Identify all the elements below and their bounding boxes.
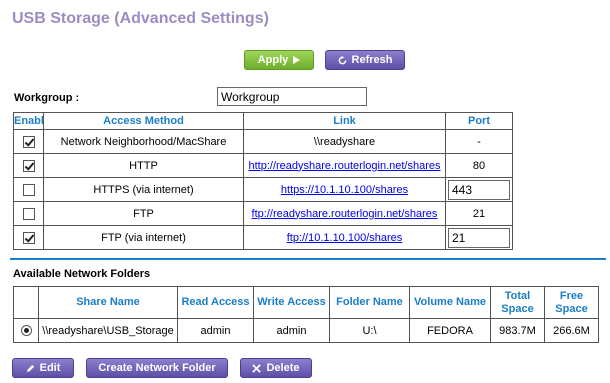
refresh-button[interactable]: Refresh — [325, 50, 405, 70]
link-text: \\readyshare — [243, 129, 446, 154]
folder-select-radio[interactable] — [20, 325, 32, 337]
share-name-cell: \\readyshare\USB_Storage — [38, 318, 178, 343]
access-row-network-neighborhood: Network Neighborhood/MacShare \\readysha… — [13, 129, 513, 154]
edit-pencil-icon — [26, 364, 34, 372]
create-network-folder-button[interactable]: Create Network Folder — [86, 358, 228, 378]
header-free-space: Free Space — [544, 286, 599, 319]
access-table-header: Enable Access Method Link Port — [13, 112, 513, 130]
access-method-label: HTTP — [43, 153, 244, 178]
header-link: Link — [243, 112, 446, 130]
write-access-cell: admin — [253, 318, 330, 343]
access-row-http: HTTP http://readyshare.routerlogin.net/s… — [13, 153, 513, 178]
port-value: 21 — [445, 201, 513, 226]
port-input-https[interactable] — [448, 179, 510, 200]
header-port: Port — [445, 112, 513, 130]
header-select — [13, 286, 39, 319]
enable-checkbox-https[interactable] — [22, 183, 35, 196]
play-arrow-icon — [293, 56, 301, 64]
total-space-cell: 983.7M — [490, 318, 545, 343]
table-row[interactable]: \\readyshare\USB_Storage admin admin U:\… — [13, 318, 599, 343]
close-x-icon — [252, 363, 262, 373]
section-title-network-folders: Available Network Folders — [13, 268, 151, 280]
access-method-label: FTP (via internet) — [43, 225, 244, 250]
refresh-button-label: Refresh — [351, 54, 393, 66]
apply-button-label: Apply — [257, 54, 289, 66]
port-value: - — [445, 129, 513, 154]
access-method-table: Enable Access Method Link Port Network N… — [13, 112, 513, 250]
apply-button[interactable]: Apply — [244, 50, 314, 70]
access-method-label: Network Neighborhood/MacShare — [43, 129, 244, 154]
create-button-label: Create Network Folder — [98, 362, 216, 374]
link-http[interactable]: http://readyshare.routerlogin.net/shares — [248, 160, 440, 172]
network-folders-table: Share Name Read Access Write Access Fold… — [13, 286, 599, 343]
header-folder-name: Folder Name — [329, 286, 410, 319]
header-access-method: Access Method — [43, 112, 244, 130]
port-input-ftp-internet[interactable] — [448, 227, 510, 248]
header-volume-name: Volume Name — [409, 286, 491, 319]
header-read-access: Read Access — [177, 286, 254, 319]
access-row-ftp-internet: FTP (via internet) ftp://10.1.10.100/sha… — [13, 225, 513, 250]
folder-name-cell: U:\ — [329, 318, 410, 343]
folders-table-header: Share Name Read Access Write Access Fold… — [13, 286, 599, 319]
read-access-cell: admin — [177, 318, 254, 343]
refresh-icon — [338, 55, 346, 64]
page-title: USB Storage (Advanced Settings) — [12, 10, 269, 27]
link-https[interactable]: https://10.1.10.100/shares — [281, 184, 408, 196]
access-method-label: FTP — [43, 201, 244, 226]
header-share-name: Share Name — [38, 286, 178, 319]
link-ftp-internet[interactable]: ftp://10.1.10.100/shares — [287, 232, 403, 244]
workgroup-input[interactable] — [217, 87, 367, 106]
access-row-ftp: FTP ftp://readyshare.routerlogin.net/sha… — [13, 201, 513, 226]
free-space-cell: 266.6M — [544, 318, 599, 343]
header-enable: Enable — [13, 112, 44, 130]
header-total-space: Total Space — [490, 286, 545, 319]
delete-button[interactable]: Delete — [240, 358, 312, 378]
edit-button[interactable]: Edit — [12, 358, 74, 378]
enable-checkbox-http[interactable] — [22, 159, 35, 172]
access-method-label: HTTPS (via internet) — [43, 177, 244, 202]
section-divider — [10, 258, 606, 260]
volume-name-cell: FEDORA — [409, 318, 491, 343]
header-write-access: Write Access — [253, 286, 330, 319]
enable-checkbox-ftp-internet[interactable] — [22, 231, 35, 244]
enable-checkbox-ftp[interactable] — [22, 207, 35, 220]
workgroup-label: Workgroup : — [14, 92, 80, 104]
link-ftp[interactable]: ftp://readyshare.routerlogin.net/shares — [252, 208, 438, 220]
enable-checkbox-network-neighborhood[interactable] — [22, 135, 35, 148]
access-row-https: HTTPS (via internet) https://10.1.10.100… — [13, 177, 513, 202]
port-value: 80 — [445, 153, 513, 178]
delete-button-label: Delete — [266, 362, 300, 374]
edit-button-label: Edit — [39, 362, 61, 374]
